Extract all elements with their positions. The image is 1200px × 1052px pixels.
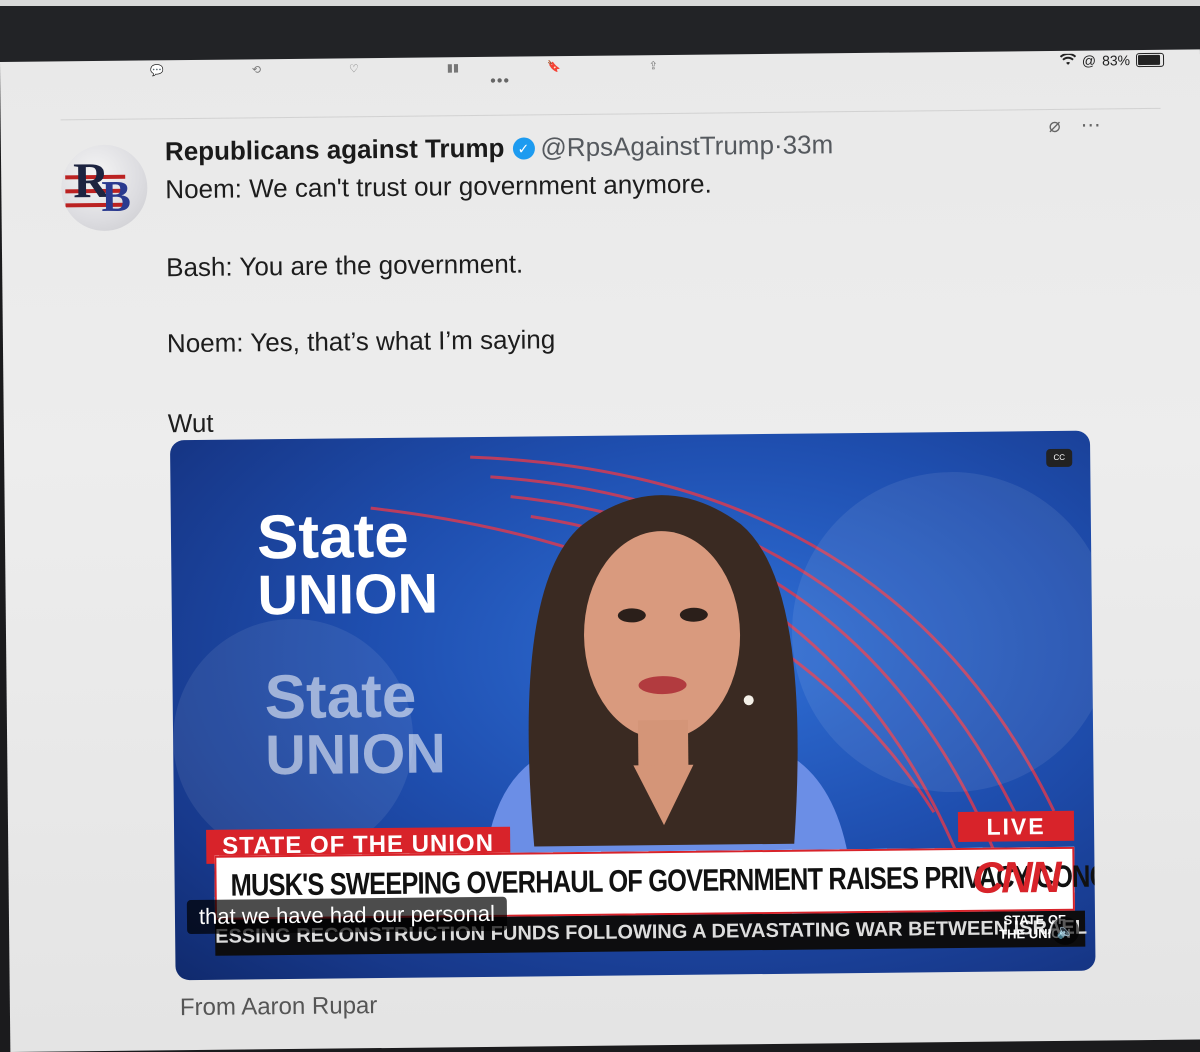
post-text-line: Noem: We can't trust our government anym…: [165, 168, 712, 205]
wifi-icon: [1059, 52, 1076, 69]
avatar-letter-b: B: [101, 171, 132, 221]
mute-icon[interactable]: 🔈: [1051, 916, 1080, 946]
backdrop-logo: State UNION: [256, 501, 439, 627]
repost-icon[interactable]: ⟲: [252, 63, 261, 76]
verified-badge-icon: ✓: [512, 136, 535, 160]
bookmark-icon[interactable]: 🔖: [547, 60, 561, 73]
author-handle[interactable]: @RpsAgainstTrump: [540, 130, 774, 163]
video-player[interactable]: State UNION State UNION CC STATE OF THE …: [169, 430, 1096, 981]
post-text-line: Wut: [167, 407, 214, 439]
source-attribution: From Aaron Rupar: [179, 992, 378, 1022]
post-text-line: Bash: You are the government.: [166, 248, 524, 283]
reply-icon[interactable]: 💬: [150, 64, 164, 77]
previous-post-actions: 💬 ⟲ ♡ ▮▮ 🔖 ⇪: [150, 59, 658, 77]
grok-icon[interactable]: ⌀: [1049, 113, 1061, 138]
post-text-line: Noem: Yes, that’s what I’m saying: [166, 324, 556, 359]
closed-captions-button[interactable]: CC: [1046, 448, 1073, 468]
guest-figure: [484, 495, 850, 867]
views-icon[interactable]: ▮▮: [447, 61, 459, 74]
post-divider: [60, 107, 1161, 121]
more-dots-icon[interactable]: •••: [490, 73, 510, 91]
author-name[interactable]: Republicans against Trump: [165, 133, 505, 168]
more-options-icon[interactable]: ⋯: [1081, 112, 1101, 137]
post-time[interactable]: 33m: [782, 129, 833, 161]
chyron-headline: MUSK'S SWEEPING OVERHAUL OF GOVERNMENT R…: [230, 857, 1096, 903]
share-icon[interactable]: ⇪: [649, 59, 658, 72]
live-badge: LIVE: [957, 810, 1075, 843]
status-bar: @ 83%: [1059, 52, 1165, 69]
separator: ·: [773, 129, 783, 160]
like-icon[interactable]: ♡: [349, 62, 359, 75]
post-menu: ⌀ ⋯: [1049, 112, 1101, 138]
backdrop-logo-reflection: State UNION: [264, 661, 447, 787]
location-icon: @: [1081, 52, 1097, 69]
post-header: Republicans against Trump ✓ @RpsAgainstT…: [165, 129, 834, 167]
battery-percentage: 83%: [1101, 52, 1131, 69]
network-logo: CNN: [972, 852, 1059, 903]
battery-icon: [1135, 52, 1165, 68]
video-caption: that we have had our personal: [186, 896, 508, 935]
avatar[interactable]: R B: [60, 144, 148, 232]
tablet-screen: 💬 ⟲ ♡ ▮▮ 🔖 ⇪ ••• @ 83% R B Republicans a…: [0, 49, 1200, 1052]
